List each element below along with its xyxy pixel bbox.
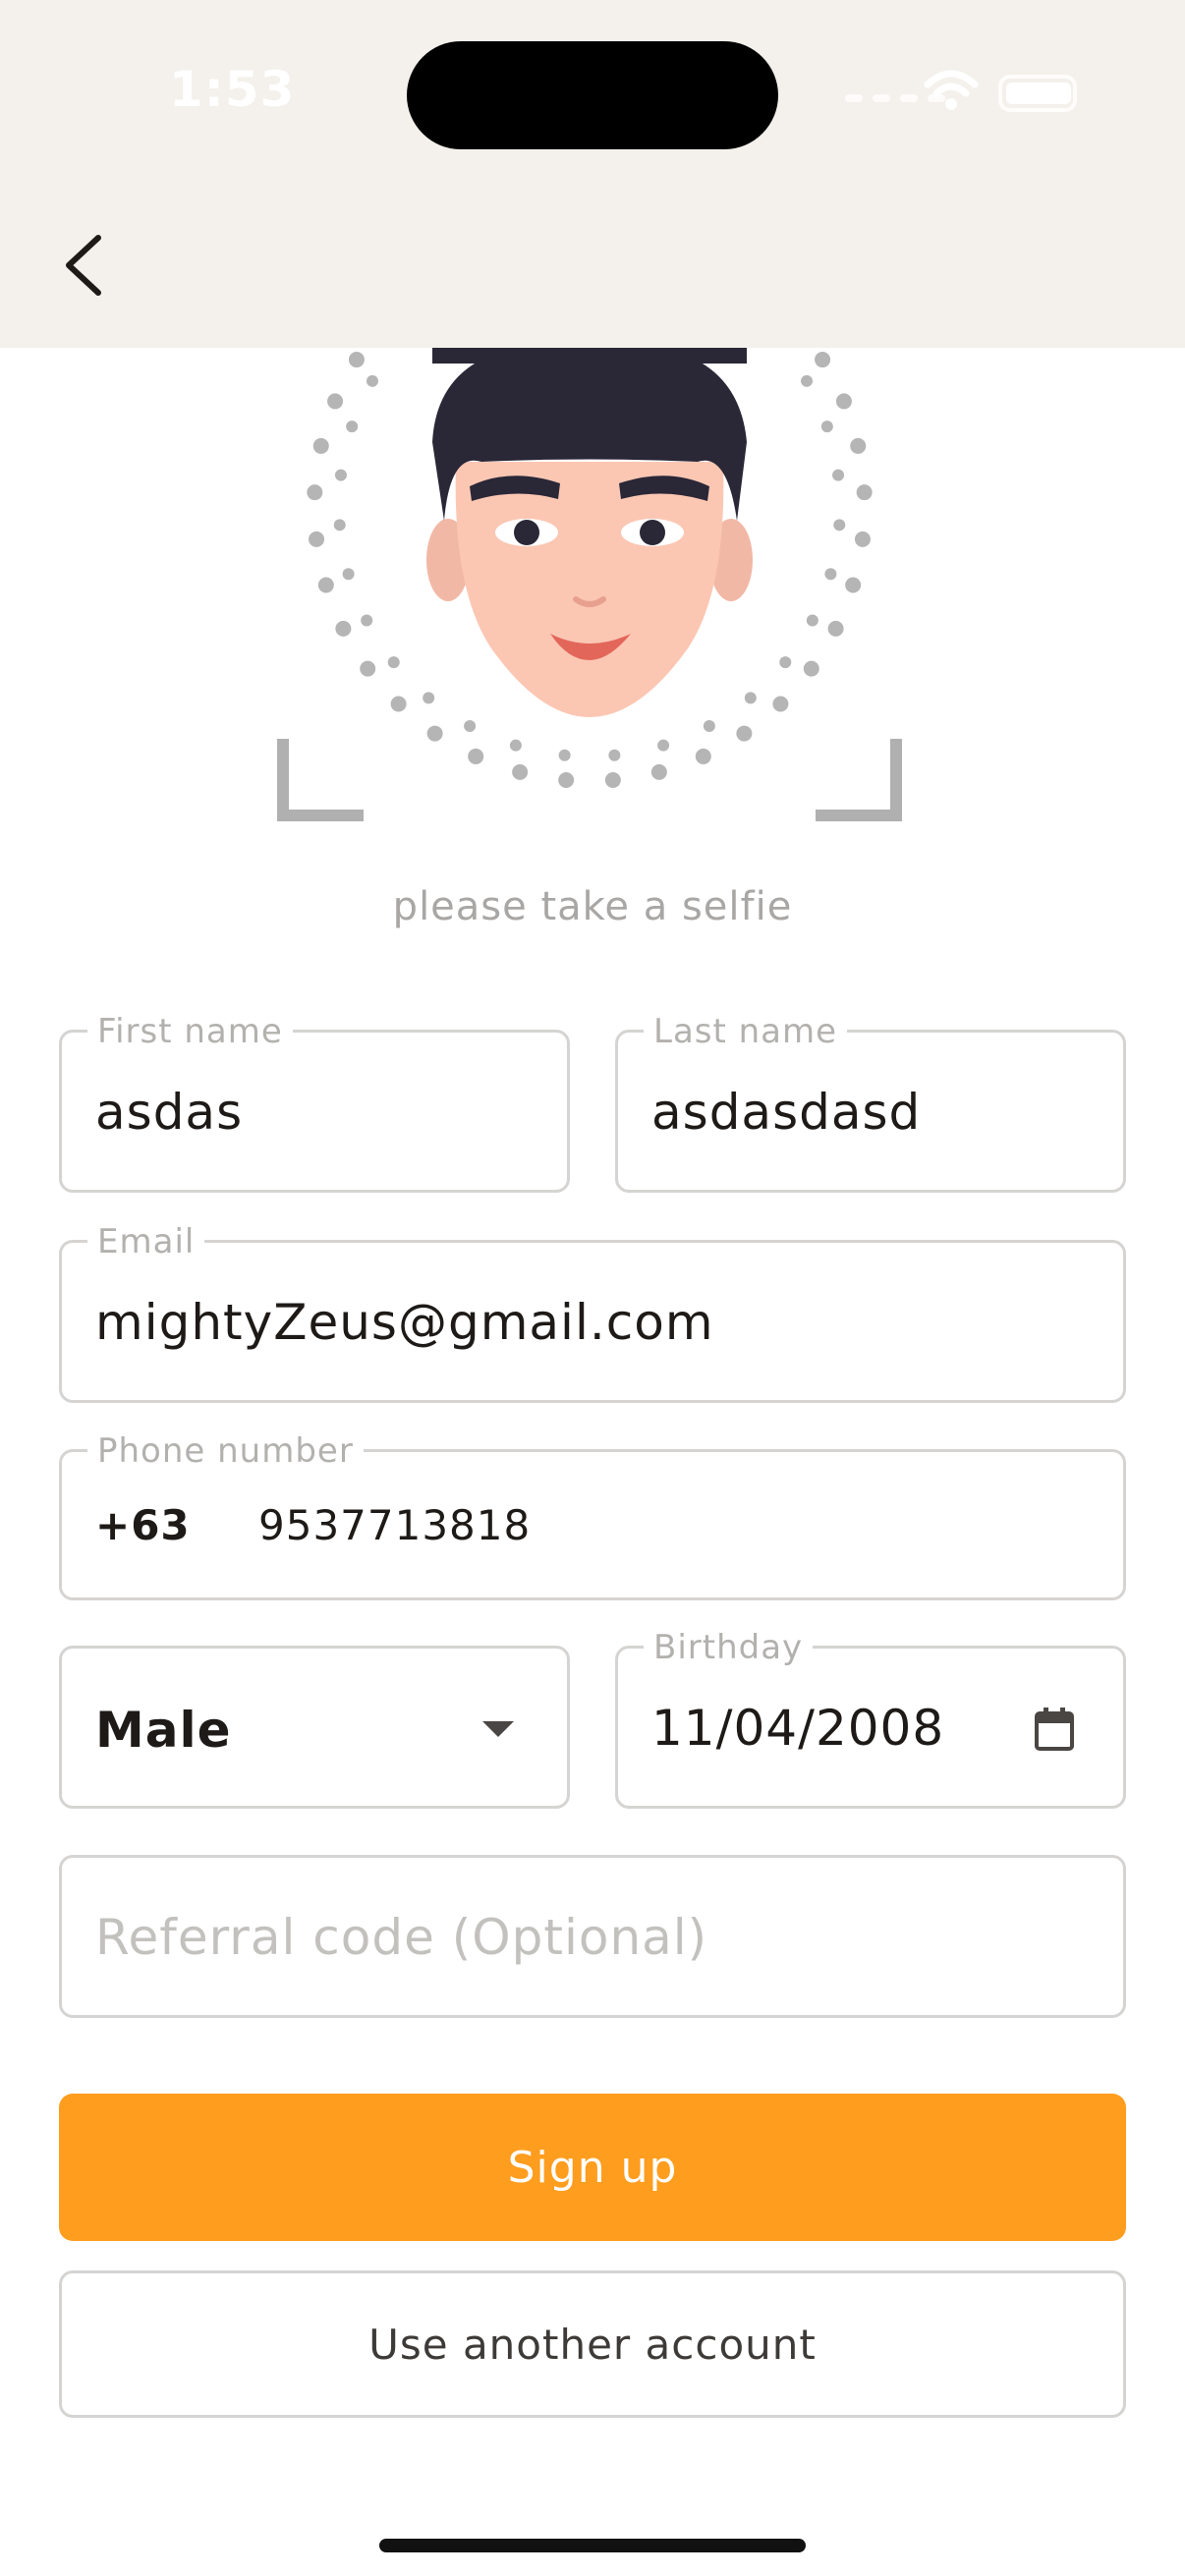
gender-select[interactable]: Male xyxy=(59,1646,570,1809)
dynamic-island xyxy=(407,41,778,149)
sign-up-button[interactable]: Sign up xyxy=(59,2094,1126,2241)
back-chevron-icon[interactable] xyxy=(53,226,112,305)
referral-code-field[interactable]: Referral code (Optional) xyxy=(59,1855,1126,2018)
first-name-value[interactable]: asdas xyxy=(95,1084,243,1141)
phone-number-field[interactable]: Phone number +63 9537713818 xyxy=(59,1432,1126,1600)
birthday-label: Birthday xyxy=(644,1629,814,1666)
referral-code-placeholder[interactable]: Referral code (Optional) xyxy=(95,1909,707,1966)
email-field[interactable]: Email mightyZeus@gmail.com xyxy=(59,1223,1126,1403)
wifi-icon xyxy=(924,70,979,110)
email-value[interactable]: mightyZeus@gmail.com xyxy=(95,1294,714,1351)
status-time: 1:53 xyxy=(169,61,296,118)
birthday-field[interactable]: Birthday 11/04/2008 xyxy=(615,1629,1126,1809)
home-indicator[interactable] xyxy=(379,2539,806,2552)
battery-icon xyxy=(998,75,1077,112)
dropdown-arrow-icon[interactable] xyxy=(482,1721,514,1737)
gender-value[interactable]: Male xyxy=(95,1702,232,1759)
first-name-field[interactable]: First name asdas xyxy=(59,1013,570,1193)
use-another-account-button[interactable]: Use another account xyxy=(59,2270,1126,2418)
first-name-label: First name xyxy=(87,1013,293,1050)
phone-number-value[interactable]: 9537713818 xyxy=(258,1501,531,1549)
birthday-value[interactable]: 11/04/2008 xyxy=(651,1700,944,1757)
last-name-value[interactable]: asdasdasd xyxy=(651,1084,921,1141)
selfie-face-icon[interactable] xyxy=(265,295,914,845)
phone-number-label: Phone number xyxy=(87,1432,364,1470)
last-name-label: Last name xyxy=(644,1013,848,1050)
email-label: Email xyxy=(87,1223,205,1260)
selfie-caption: please take a selfie xyxy=(392,884,793,929)
country-code[interactable]: +63 xyxy=(95,1501,191,1549)
header-bar: 1:53 xyxy=(0,0,1185,348)
calendar-icon[interactable] xyxy=(1033,1706,1076,1753)
last-name-field[interactable]: Last name asdasdasd xyxy=(615,1013,1126,1193)
